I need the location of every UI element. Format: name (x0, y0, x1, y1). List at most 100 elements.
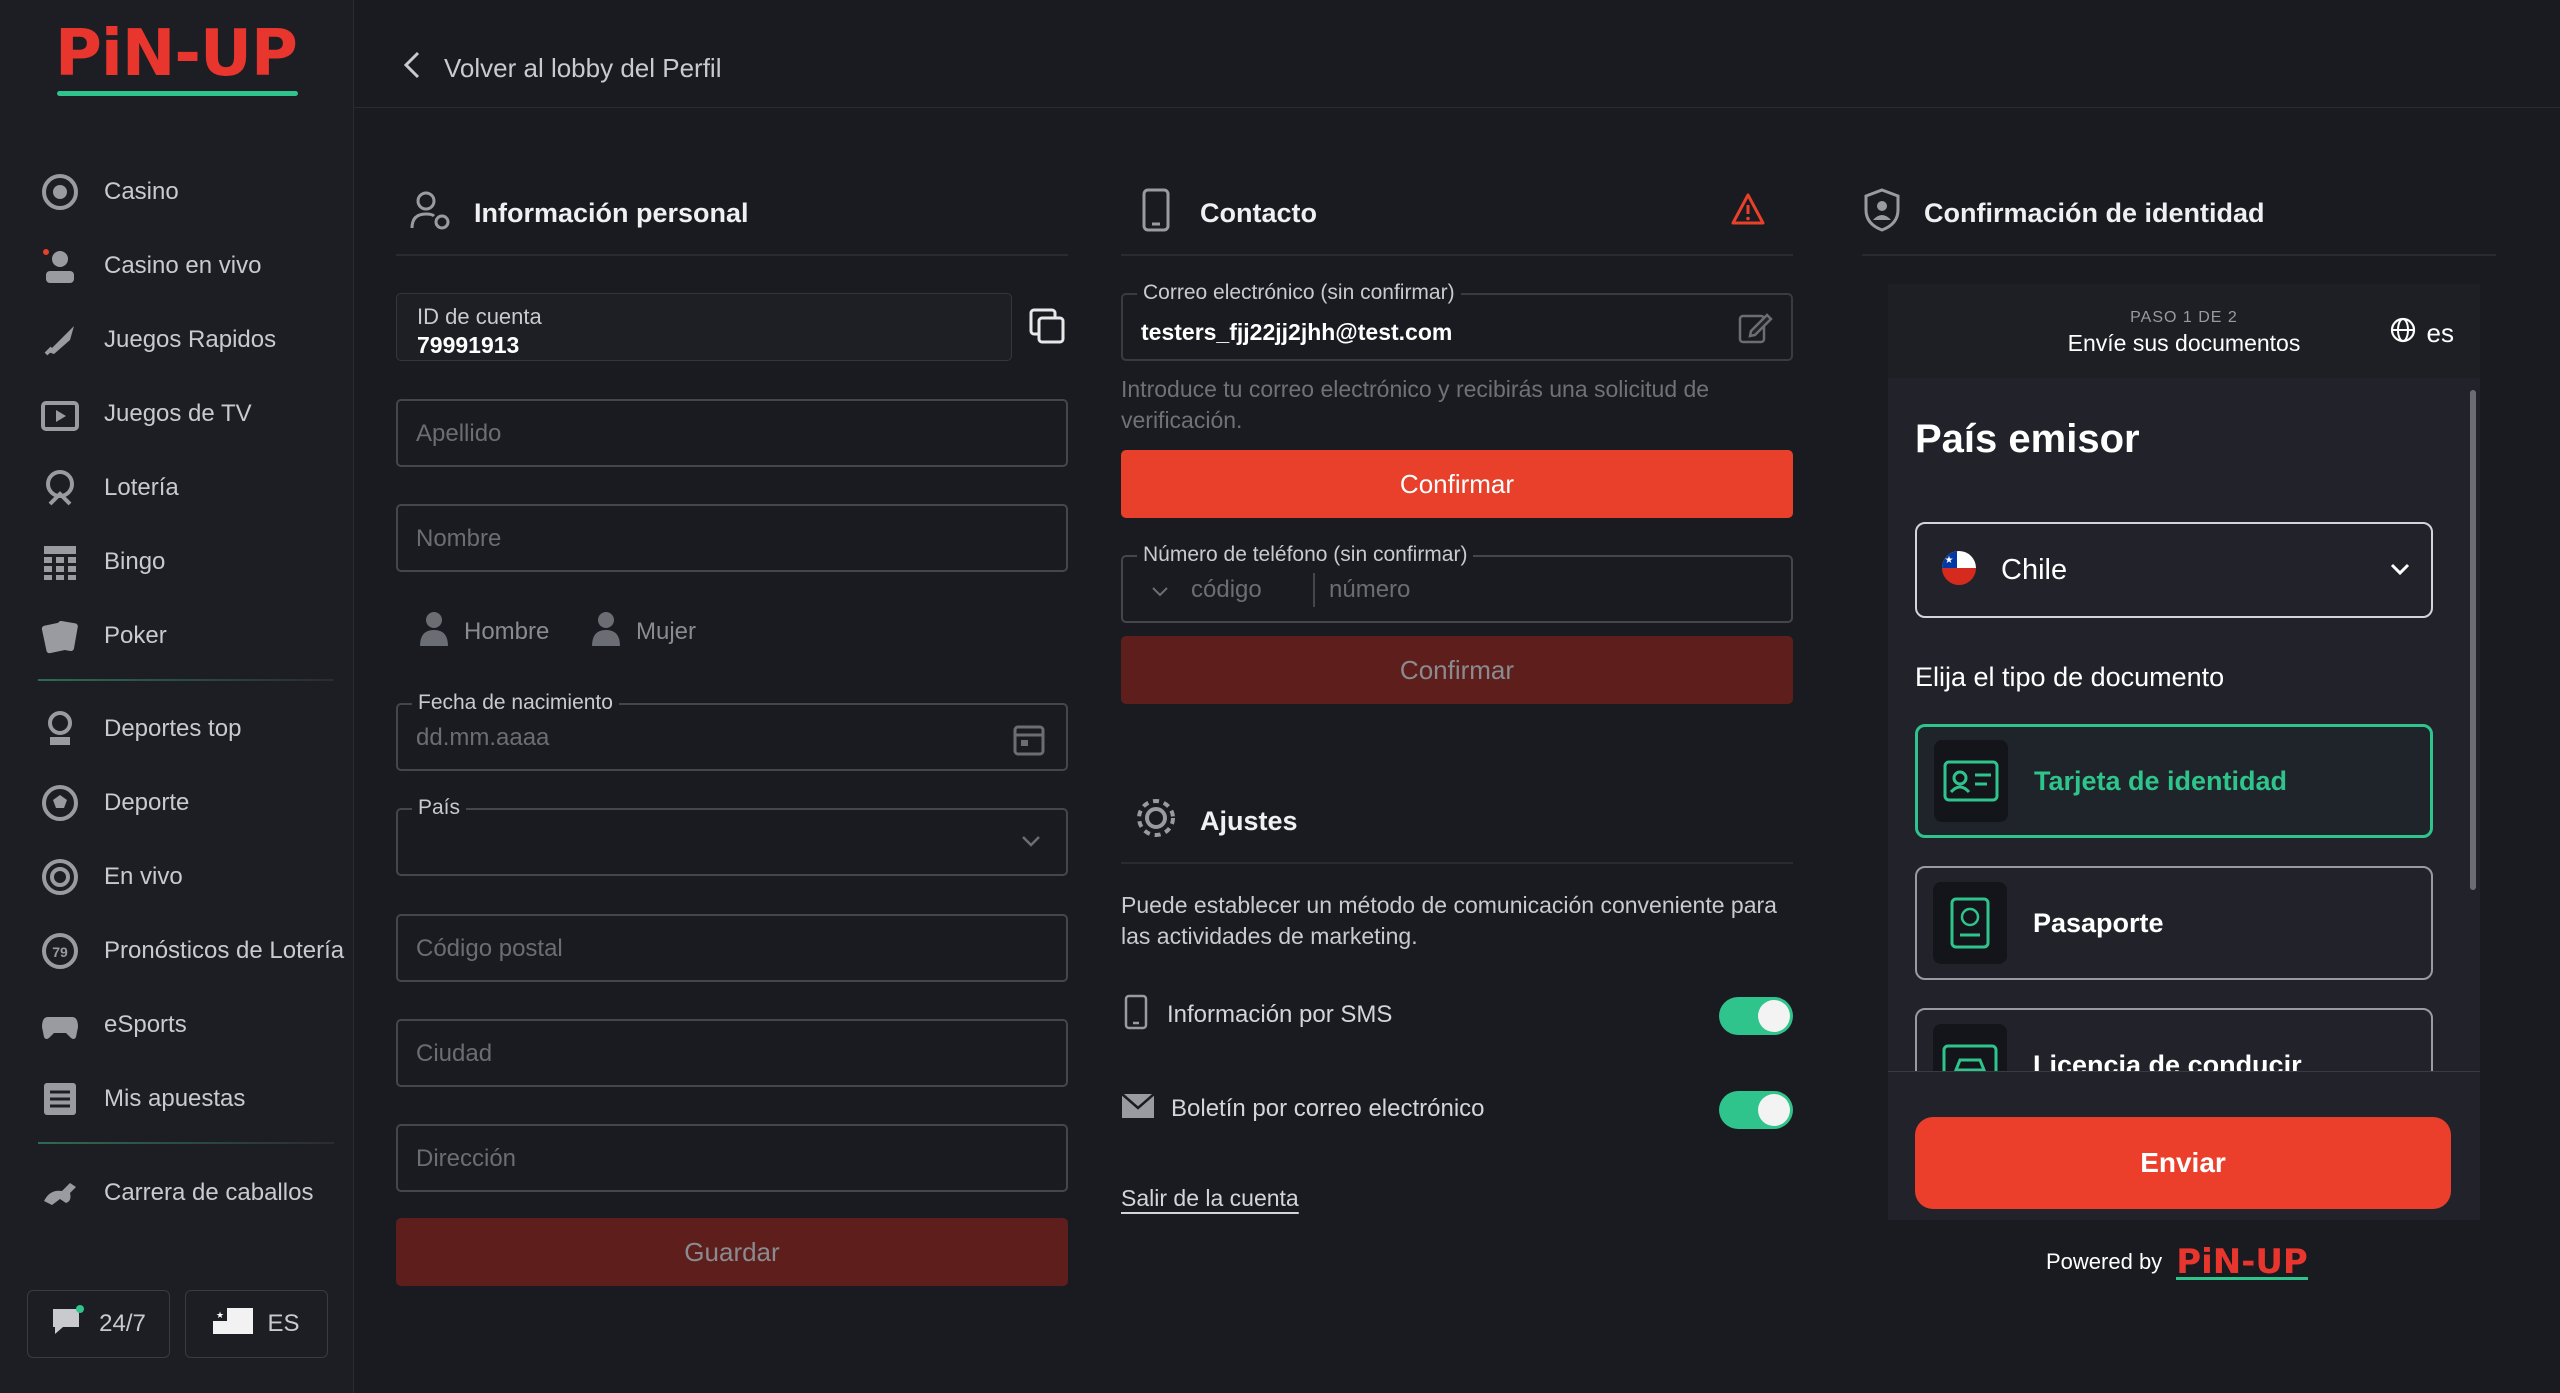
phone-number-input[interactable]: número (1329, 557, 1410, 623)
envelope-icon (1121, 1092, 1155, 1127)
shield-user-icon (1862, 188, 1902, 239)
sidebar-item-label: Mis apuestas (104, 1085, 246, 1112)
postal-code-input[interactable]: Código postal (396, 914, 1068, 982)
copy-icon[interactable] (1027, 306, 1067, 346)
submit-documents-button[interactable]: Enviar (1915, 1117, 2451, 1209)
chevron-down-icon (1151, 585, 1169, 603)
sidebar-item-en-vivo[interactable]: En vivo (38, 849, 183, 905)
support-chat-button[interactable]: 24/7 (27, 1290, 170, 1358)
chevron-left-icon (402, 50, 422, 87)
sidebar-item-label: Deportes top (104, 715, 242, 742)
sidebar-item-juegos-de-tv[interactable]: Juegos de TV (38, 386, 252, 442)
passport-icon (1933, 882, 2007, 964)
sidebar-item-pronosticos-de-loteria[interactable]: 79 Pronósticos de Lotería (38, 923, 344, 979)
section-divider (1121, 254, 1793, 256)
save-button[interactable]: Guardar (396, 1218, 1068, 1286)
sidebar-item-label: eSports (104, 1011, 187, 1038)
sidebar-item-juegos-rapidos[interactable]: Juegos Rapidos (38, 312, 276, 368)
postal-code-placeholder: Código postal (416, 935, 563, 962)
sidebar-item-label: En vivo (104, 863, 183, 890)
language-button[interactable]: ★ ES (185, 1290, 328, 1358)
sidebar-item-casino[interactable]: Casino (38, 164, 179, 220)
doc-option-id-card[interactable]: Tarjeta de identidad (1915, 724, 2433, 838)
horse-icon (38, 1171, 82, 1215)
gender-male-label: Hombre (464, 617, 550, 645)
sidebar-item-deportes-top[interactable]: Deportes top (38, 701, 241, 757)
male-user-icon (418, 610, 450, 653)
sms-label: Información por SMS (1167, 1001, 1393, 1028)
sidebar-item-deporte[interactable]: Deporte (38, 775, 189, 831)
email-label: Correo electrónico (sin confirmar) (1137, 281, 1461, 305)
confirm-phone-button[interactable]: Confirmar (1121, 636, 1793, 704)
warning-icon (1730, 192, 1766, 231)
phone-code-input[interactable]: código (1191, 557, 1262, 623)
birth-date-placeholder: dd.mm.aaaa (416, 724, 550, 751)
birth-date-input[interactable]: Fecha de nacimiento dd.mm.aaaa (396, 691, 1068, 771)
sidebar-item-esports[interactable]: eSports (38, 997, 187, 1053)
svg-text:★: ★ (216, 1310, 224, 1320)
account-id-value: 79991913 (417, 332, 520, 358)
doc-option-label: Tarjeta de identidad (2034, 765, 2288, 796)
calendar-icon[interactable] (1012, 721, 1046, 762)
lottery-ball-icon: 79 (38, 929, 82, 973)
gear-icon (1134, 796, 1178, 847)
globe-icon (2389, 316, 2417, 351)
widget-language-label: es (2426, 318, 2454, 348)
settings-title: Ajustes (1200, 806, 1298, 836)
gender-female-option[interactable]: Mujer (590, 610, 696, 653)
widget-footer-divider (1888, 1071, 2480, 1072)
language-label: ES (267, 1310, 300, 1337)
bingo-icon (38, 540, 82, 584)
live-dealer-icon (38, 244, 82, 288)
name-placeholder: Nombre (416, 525, 502, 552)
sms-toggle[interactable] (1719, 997, 1793, 1035)
sidebar-item-carrera-de-caballos[interactable]: Carrera de caballos (38, 1165, 313, 1221)
phone-label: Número de teléfono (sin confirmar) (1137, 543, 1474, 567)
identity-verification-widget: PASO 1 DE 2 Envíe sus documentos es País… (1888, 284, 2480, 1220)
powered-by: Powered by PiN-UP (2046, 1242, 2308, 1282)
account-id-label: ID de cuenta (417, 304, 542, 329)
sidebar-item-mis-apuestas[interactable]: Mis apuestas (38, 1071, 245, 1127)
logout-link[interactable]: Salir de la cuenta (1121, 1185, 1299, 1212)
doc-option-label: Pasaporte (2033, 907, 2164, 938)
powered-logo-underline (2176, 1277, 2308, 1280)
newsletter-toggle[interactable] (1719, 1091, 1793, 1129)
phone-divider (1313, 573, 1315, 607)
pin-up-logo[interactable]: PiN-UP (55, 22, 300, 100)
trophy-icon (38, 707, 82, 751)
edit-icon[interactable] (1737, 309, 1773, 350)
city-input[interactable]: Ciudad (396, 1019, 1068, 1087)
flag-icon: ★ (213, 1307, 254, 1341)
surname-input[interactable]: Apellido (396, 399, 1068, 467)
email-field[interactable]: Correo electrónico (sin confirmar) teste… (1121, 281, 1793, 361)
identity-title: Confirmación de identidad (1924, 198, 2265, 228)
phone-icon (1121, 994, 1151, 1037)
gamepad-icon (38, 1003, 82, 1047)
sidebar-item-bingo[interactable]: Bingo (38, 534, 165, 590)
document-type-heading: Elija el tipo de documento (1915, 662, 2225, 692)
surname-placeholder: Apellido (416, 420, 502, 447)
back-to-lobby-link[interactable]: Volver al lobby del Perfil (402, 50, 721, 87)
identity-header: Confirmación de identidad (1862, 188, 2265, 239)
sidebar-item-label: Lotería (104, 474, 179, 501)
account-id-field: ID de cuenta 79991913 (396, 293, 1012, 361)
settings-header: Ajustes (1134, 796, 1298, 847)
widget-scrollbar[interactable] (2470, 390, 2476, 890)
section-divider (396, 254, 1068, 256)
country-select[interactable]: País (396, 796, 1068, 876)
sidebar-item-loteria[interactable]: Lotería (38, 460, 179, 516)
user-settings-icon (408, 188, 452, 239)
sidebar-item-label: Bingo (104, 548, 166, 575)
gender-male-option[interactable]: Hombre (418, 610, 549, 653)
contact-title: Contacto (1200, 198, 1317, 228)
doc-option-passport[interactable]: Pasaporte (1915, 866, 2433, 980)
widget-language-selector[interactable]: es (2389, 316, 2454, 351)
sidebar-item-poker[interactable]: Poker (38, 608, 167, 664)
issuing-country-select[interactable]: ★ Chile (1915, 522, 2433, 618)
sidebar-item-casino-en-vivo[interactable]: Casino en vivo (38, 238, 261, 294)
address-input[interactable]: Dirección (396, 1124, 1068, 1192)
name-input[interactable]: Nombre (396, 504, 1068, 572)
confirm-email-button[interactable]: Confirmar (1121, 450, 1793, 518)
svg-text:79: 79 (52, 944, 68, 960)
id-card-icon (1934, 740, 2008, 822)
